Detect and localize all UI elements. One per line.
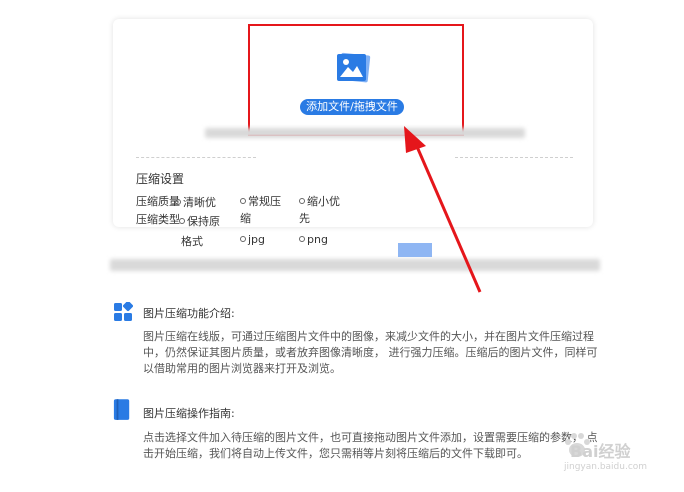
intro-title: 图片压缩功能介绍:	[143, 307, 235, 320]
format-label: 格式	[181, 235, 203, 248]
type-label: 压缩类型	[136, 213, 180, 226]
quality-option-normal[interactable]: 常规压	[240, 193, 281, 209]
quality-option-wrap: 缩	[240, 212, 251, 225]
quality-option-label: 缩小优	[307, 195, 340, 208]
blurred-text	[205, 128, 525, 138]
quality-option-wrap: 先	[299, 212, 310, 225]
radio-icon[interactable]	[179, 218, 185, 224]
radio-icon[interactable]	[175, 199, 181, 205]
format-option-label: png	[307, 233, 328, 246]
image-icon	[337, 52, 371, 83]
watermark-logo: Bai经验 jingyan.baidu.com	[546, 420, 656, 480]
settings-title: 压缩设置	[136, 172, 185, 186]
grid-apps-icon	[114, 302, 133, 321]
divider-left	[136, 157, 256, 158]
quality-label: 压缩质量	[136, 195, 180, 208]
quality-option-label: 常规压	[248, 195, 281, 208]
type-option-keep[interactable]: 保持原	[179, 213, 220, 229]
quality-option-small[interactable]: 缩小优	[299, 193, 340, 209]
guide-body: 点击选择文件加入待压缩的图片文件，也可直接拖动图片文件添加，设置需要压缩的参数，…	[143, 431, 598, 460]
radio-icon[interactable]	[299, 236, 305, 242]
guide-title: 图片压缩操作指南:	[143, 407, 235, 420]
divider-right	[455, 157, 573, 158]
radio-icon[interactable]	[240, 198, 246, 204]
format-option-label: jpg	[248, 233, 266, 246]
type-option-label: 保持原	[187, 215, 220, 228]
blurred-text	[110, 259, 600, 271]
book-icon	[113, 399, 130, 420]
intro-body: 图片压缩在线版，可通过压缩图片文件中的图像，来减少文件的大小，并在图片文件压缩过…	[143, 330, 598, 375]
blue-highlight-block	[398, 243, 432, 257]
watermark-url: jingyan.baidu.com	[564, 462, 648, 472]
watermark-text: Bai经验	[570, 442, 631, 461]
radio-icon[interactable]	[299, 198, 305, 204]
format-option-png[interactable]: png	[299, 233, 328, 246]
format-option-jpg[interactable]: jpg	[240, 233, 265, 246]
quality-option-label: 清晰优	[183, 196, 216, 209]
quality-option-clear[interactable]: 清晰优	[175, 194, 216, 210]
radio-icon[interactable]	[240, 236, 246, 242]
add-file-button[interactable]: 添加文件/拖拽文件	[300, 99, 404, 115]
